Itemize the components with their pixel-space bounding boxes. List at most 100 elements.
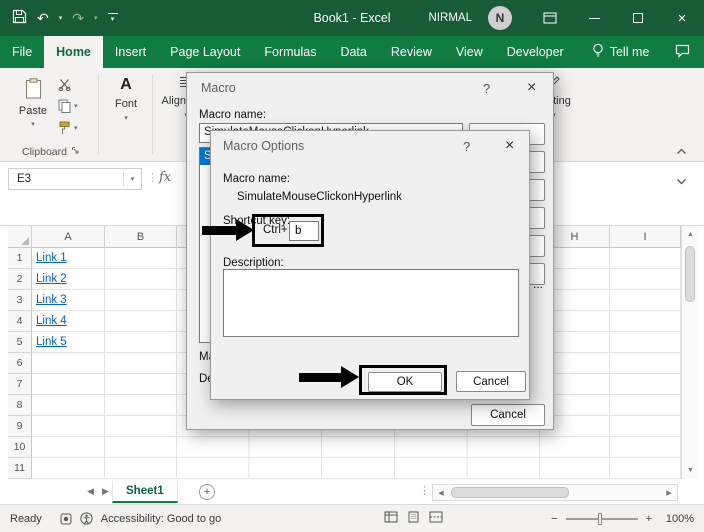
options-cancel-button[interactable]: Cancel [456, 371, 526, 392]
sheet-tab-sheet1[interactable]: Sheet1 [112, 481, 178, 503]
tab-home[interactable]: Home [44, 36, 103, 68]
zoom-slider-thumb[interactable] [597, 512, 602, 525]
cell-b9[interactable] [105, 416, 177, 437]
collapse-ribbon-icon[interactable] [676, 144, 687, 158]
name-box-caret-icon[interactable]: ▾ [124, 175, 141, 183]
format-painter-dropdown-icon[interactable]: ▾ [74, 124, 78, 132]
cell-a11[interactable] [32, 458, 105, 479]
page-layout-view-icon[interactable] [407, 511, 420, 526]
scroll-left-icon[interactable]: ◀ [433, 485, 449, 500]
cell-a3[interactable]: Link 3 [32, 290, 105, 311]
cell-a7[interactable] [32, 374, 105, 395]
tab-page-layout[interactable]: Page Layout [158, 36, 252, 68]
hyperlink-2[interactable]: Link 2 [32, 269, 67, 289]
cell-b4[interactable] [105, 311, 177, 332]
cell-i7[interactable] [610, 374, 681, 395]
normal-view-icon[interactable] [384, 511, 398, 526]
hyperlink-1[interactable]: Link 1 [32, 248, 67, 268]
copy-dropdown-icon[interactable]: ▾ [74, 102, 78, 110]
cell-i8[interactable] [610, 395, 681, 416]
copy-button[interactable]: ▾ [58, 98, 78, 114]
cells-covered[interactable] [177, 437, 540, 458]
cell-a2[interactable]: Link 2 [32, 269, 105, 290]
row-header-8[interactable]: 8 [8, 395, 32, 416]
cell-i10[interactable] [610, 437, 681, 458]
paste-button[interactable]: Paste ▾ [10, 74, 56, 144]
format-painter-button[interactable]: ▾ [58, 120, 78, 136]
zoom-slider[interactable] [565, 512, 638, 525]
zoom-level[interactable]: 100% [660, 513, 694, 525]
tab-developer[interactable]: Developer [495, 36, 576, 68]
row-header-10[interactable]: 10 [8, 437, 32, 458]
cell-i4[interactable] [610, 311, 681, 332]
row-header-4[interactable]: 4 [8, 311, 32, 332]
name-box[interactable]: E3 ▾ [8, 168, 142, 190]
cell-a10[interactable] [32, 437, 105, 458]
tab-view[interactable]: View [444, 36, 495, 68]
scroll-up-icon[interactable]: ▲ [682, 226, 699, 243]
description-textarea[interactable] [223, 269, 519, 337]
avatar[interactable]: N [488, 6, 512, 30]
vertical-scroll-thumb[interactable] [685, 246, 695, 302]
cell-i11[interactable] [610, 458, 681, 479]
cell-a5[interactable]: Link 5 [32, 332, 105, 353]
cell-i3[interactable] [610, 290, 681, 311]
undo-icon[interactable]: ↶ [37, 11, 49, 25]
tab-data[interactable]: Data [328, 36, 378, 68]
cell-b2[interactable] [105, 269, 177, 290]
column-header-a[interactable]: A [32, 226, 105, 248]
close-button[interactable]: × [660, 0, 704, 36]
cell-b1[interactable] [105, 248, 177, 269]
tab-insert[interactable]: Insert [103, 36, 158, 68]
account-name[interactable]: NIRMAL [429, 12, 472, 24]
horizontal-scrollbar[interactable]: ◀ ▶ [432, 484, 678, 501]
hyperlink-4[interactable]: Link 4 [32, 311, 67, 331]
cell-i2[interactable] [610, 269, 681, 290]
row-header-9[interactable]: 9 [8, 416, 32, 437]
row-header-11[interactable]: 11 [8, 458, 32, 479]
vertical-scrollbar[interactable]: ▲ ▼ [681, 226, 698, 479]
macro-dialog-help-icon[interactable]: ? [483, 81, 490, 96]
tab-file[interactable]: File [0, 36, 44, 68]
row-header-2[interactable]: 2 [8, 269, 32, 290]
expand-formula-bar-icon[interactable] [676, 174, 687, 188]
ribbon-display-options-icon[interactable] [528, 0, 572, 36]
select-all-corner[interactable] [8, 226, 32, 248]
cell-b3[interactable] [105, 290, 177, 311]
cell-b6[interactable] [105, 353, 177, 374]
cell-i6[interactable] [610, 353, 681, 374]
cell-a6[interactable] [32, 353, 105, 374]
clipboard-dialog-launcher-icon[interactable] [71, 146, 80, 158]
horizontal-scroll-thumb[interactable] [451, 487, 569, 498]
minimize-button[interactable] [572, 0, 616, 36]
redo-dropdown-icon[interactable]: ▾ [94, 14, 98, 22]
cell-a8[interactable] [32, 395, 105, 416]
cell-i9[interactable] [610, 416, 681, 437]
hyperlink-3[interactable]: Link 3 [32, 290, 67, 310]
accessibility-icon[interactable] [80, 512, 93, 525]
cell-b7[interactable] [105, 374, 177, 395]
undo-dropdown-icon[interactable]: ▾ [59, 14, 63, 22]
macro-dialog-close-icon[interactable]: × [527, 80, 536, 96]
cell-b11[interactable] [105, 458, 177, 479]
cell-b10[interactable] [105, 437, 177, 458]
row-header-6[interactable]: 6 [8, 353, 32, 374]
cell-b5[interactable] [105, 332, 177, 353]
redo-icon[interactable]: ↷ [72, 11, 84, 25]
cell-i5[interactable] [610, 332, 681, 353]
tab-splitter-icon[interactable]: ⋮ [419, 484, 430, 497]
record-macro-icon[interactable] [60, 513, 72, 525]
cell-a1[interactable]: Link 1 [32, 248, 105, 269]
cell-a9[interactable] [32, 416, 105, 437]
sheet-nav-right-icon[interactable]: ▶ [99, 486, 112, 497]
hyperlink-5[interactable]: Link 5 [32, 332, 67, 352]
cell-h11[interactable] [540, 458, 610, 479]
macro-options-help-icon[interactable]: ? [463, 139, 470, 154]
new-sheet-button[interactable]: + [199, 484, 215, 500]
macro-dialog-cancel-button[interactable]: Cancel [471, 404, 545, 426]
formula-bar-handle-icon[interactable]: ⋮ [147, 171, 158, 184]
row-header-3[interactable]: 3 [8, 290, 32, 311]
cell-b8[interactable] [105, 395, 177, 416]
cut-button[interactable] [58, 76, 78, 92]
zoom-out-icon[interactable]: − [551, 513, 557, 525]
